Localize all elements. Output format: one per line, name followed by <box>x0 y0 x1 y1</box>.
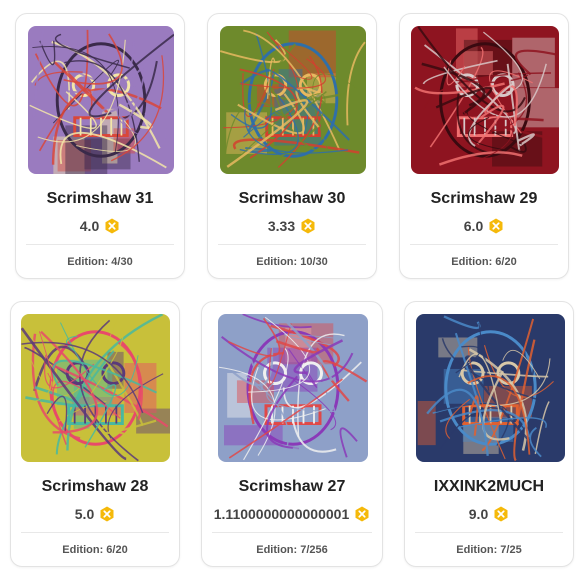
price-row: 9.0 <box>405 505 573 523</box>
coin-icon <box>493 506 509 522</box>
price-row: 6.0 <box>400 217 568 235</box>
coin-icon <box>354 506 370 522</box>
price-row: 5.0 <box>11 505 179 523</box>
divider <box>410 244 558 245</box>
nft-card[interactable]: Scrimshaw 28 5.0 Edition: 6/20 <box>10 301 180 567</box>
edition-label: Edition: 6/20 <box>451 256 517 268</box>
artwork-image[interactable] <box>416 314 565 462</box>
divider <box>21 532 169 533</box>
divider <box>26 244 174 245</box>
nft-card[interactable]: Scrimshaw 27 1.1100000000000001 Edition:… <box>201 301 383 567</box>
edition-label: Edition: 7/25 <box>456 544 522 556</box>
price-value: 9.0 <box>468 505 489 522</box>
price-row: 3.33 <box>208 217 376 235</box>
nft-card[interactable]: IXXINK2MUCH 9.0 Edition: 7/25 <box>404 301 574 567</box>
artwork-image[interactable] <box>21 314 170 462</box>
card-title[interactable]: Scrimshaw 28 <box>11 478 179 496</box>
coin-icon <box>488 218 504 234</box>
artwork-image[interactable] <box>411 26 559 174</box>
card-title[interactable]: Scrimshaw 30 <box>208 190 376 208</box>
artwork-image[interactable] <box>28 26 174 174</box>
price-row: 4.0 <box>16 217 184 235</box>
artwork-image[interactable] <box>220 26 366 174</box>
price-row: 1.1100000000000001 <box>202 505 382 523</box>
card-title[interactable]: Scrimshaw 29 <box>400 190 568 208</box>
price-value: 3.33 <box>267 217 296 234</box>
card-title[interactable]: IXXINK2MUCH <box>405 478 573 496</box>
nft-card[interactable]: Scrimshaw 31 4.0 Edition: 4/30 <box>15 13 185 279</box>
coin-icon <box>104 218 120 234</box>
nft-card[interactable]: Scrimshaw 30 3.33 Edition: 10/30 <box>207 13 377 279</box>
price-value: 1.1100000000000001 <box>213 505 350 522</box>
edition-label: Edition: 10/30 <box>256 256 328 268</box>
price-value: 6.0 <box>463 217 484 234</box>
price-value: 5.0 <box>74 505 95 522</box>
card-title[interactable]: Scrimshaw 27 <box>202 478 382 496</box>
divider <box>212 532 372 533</box>
price-value: 4.0 <box>79 217 100 234</box>
nft-card[interactable]: Scrimshaw 29 6.0 Edition: 6/20 <box>399 13 569 279</box>
coin-icon <box>300 218 316 234</box>
divider <box>415 532 563 533</box>
edition-label: Edition: 6/20 <box>62 544 128 556</box>
edition-label: Edition: 4/30 <box>67 256 133 268</box>
coin-icon <box>99 506 115 522</box>
edition-label: Edition: 7/256 <box>256 544 328 556</box>
artwork-image[interactable] <box>218 314 368 462</box>
card-title[interactable]: Scrimshaw 31 <box>16 190 184 208</box>
divider <box>218 244 366 245</box>
